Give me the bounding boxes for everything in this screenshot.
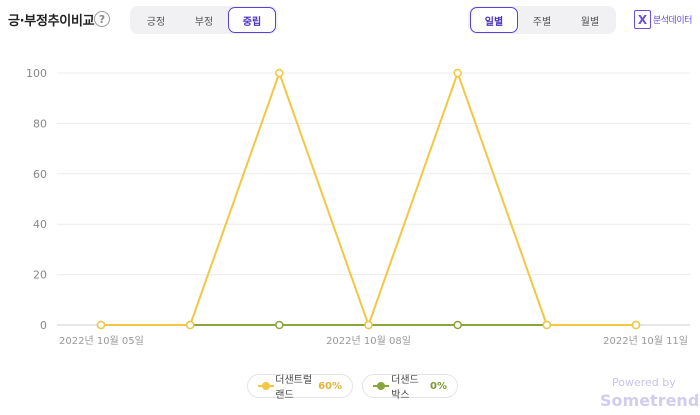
series-line-1 <box>101 72 636 326</box>
powered-by-text: Powered by <box>612 376 676 389</box>
y-tick-label: 60 <box>33 168 47 181</box>
legend-marker <box>373 381 389 391</box>
brand-logo: Sometrend <box>600 391 700 410</box>
y-tick-label: 100 <box>26 67 47 80</box>
line-chart: 0 20 40 60 80 100 2022년 10월 05일 2022년 10월 08일 2… <box>26 67 690 347</box>
x-tick-label: 2022년 10월 11일 <box>603 335 688 347</box>
y-tick-label: 0 <box>40 319 47 332</box>
legend-percent: 0% <box>430 380 447 392</box>
data-point <box>96 320 106 330</box>
data-point <box>453 320 462 330</box>
legend-marker <box>258 381 274 391</box>
x-tick-label: 2022년 10월 08일 <box>326 335 411 347</box>
y-tick-label: 20 <box>33 269 47 282</box>
legend-percent: 60% <box>318 380 342 392</box>
data-point <box>631 320 641 330</box>
data-point <box>185 320 195 330</box>
legend-label: 더샌드박스 <box>391 375 419 401</box>
data-point <box>542 320 552 330</box>
legend-label: 더샌트럴랜드 <box>275 375 313 401</box>
legend-item-series-1[interactable]: 더샌트럴랜드 60% <box>247 374 353 401</box>
y-tick-label: 80 <box>33 117 47 130</box>
legend-item-series-2[interactable]: 더샌드박스 0% <box>362 374 458 401</box>
x-tick-label: 2022년 10월 05일 <box>59 335 144 347</box>
y-tick-label: 40 <box>33 218 47 231</box>
data-point <box>275 68 284 78</box>
data-point <box>275 320 284 330</box>
data-point <box>453 68 462 78</box>
data-point <box>364 320 373 330</box>
